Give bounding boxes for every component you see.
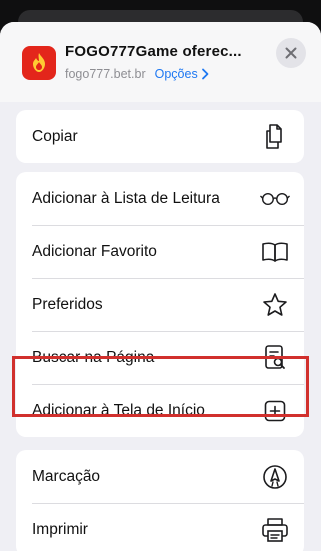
- printer-icon: [260, 515, 290, 545]
- copy-action[interactable]: Copiar: [16, 110, 304, 163]
- add-to-home-action[interactable]: Adicionar à Tela de Início: [16, 384, 304, 437]
- app-icon: [22, 46, 56, 80]
- favorites-label: Preferidos: [32, 295, 103, 313]
- find-on-page-action[interactable]: Buscar na Página: [16, 331, 304, 384]
- share-sheet: FOGO777Game oferec... fogo777.bet.br Opç…: [0, 22, 321, 551]
- print-action[interactable]: Imprimir: [16, 503, 304, 551]
- page-subline: fogo777.bet.br Opções: [65, 67, 209, 81]
- add-bookmark-action[interactable]: Adicionar Favorito: [16, 225, 304, 278]
- flame-logo-icon: [33, 53, 45, 72]
- action-group-copy: Copiar: [16, 110, 304, 163]
- action-group-main: Adicionar à Lista de Leitura Adicionar F…: [16, 172, 304, 437]
- share-header: FOGO777Game oferec... fogo777.bet.br Opç…: [0, 22, 321, 102]
- glasses-icon: [260, 184, 290, 214]
- reading-list-action[interactable]: Adicionar à Lista de Leitura: [16, 172, 304, 225]
- copy-label: Copiar: [32, 127, 78, 145]
- add-to-home-label: Adicionar à Tela de Início: [32, 401, 205, 419]
- close-button[interactable]: [276, 38, 306, 68]
- chevron-right-icon: [201, 68, 209, 80]
- close-icon: [285, 47, 297, 59]
- star-icon: [260, 290, 290, 320]
- book-icon: [260, 237, 290, 267]
- favorites-action[interactable]: Preferidos: [16, 278, 304, 331]
- action-group-extra: Marcação Imprimir: [16, 450, 304, 551]
- plus-square-icon: [260, 396, 290, 426]
- page-domain: fogo777.bet.br: [65, 67, 146, 81]
- pen-circle-icon: [260, 462, 290, 492]
- page-title: FOGO777Game oferec...: [65, 43, 242, 60]
- options-link[interactable]: Opções: [155, 67, 209, 81]
- add-bookmark-label: Adicionar Favorito: [32, 242, 157, 260]
- find-on-page-label: Buscar na Página: [32, 348, 155, 366]
- markup-action[interactable]: Marcação: [16, 450, 304, 503]
- find-doc-icon: [260, 343, 290, 373]
- options-label: Opções: [154, 67, 198, 81]
- reading-list-label: Adicionar à Lista de Leitura: [32, 189, 220, 207]
- copy-icon: [260, 122, 290, 152]
- print-label: Imprimir: [32, 520, 88, 538]
- markup-label: Marcação: [32, 467, 101, 485]
